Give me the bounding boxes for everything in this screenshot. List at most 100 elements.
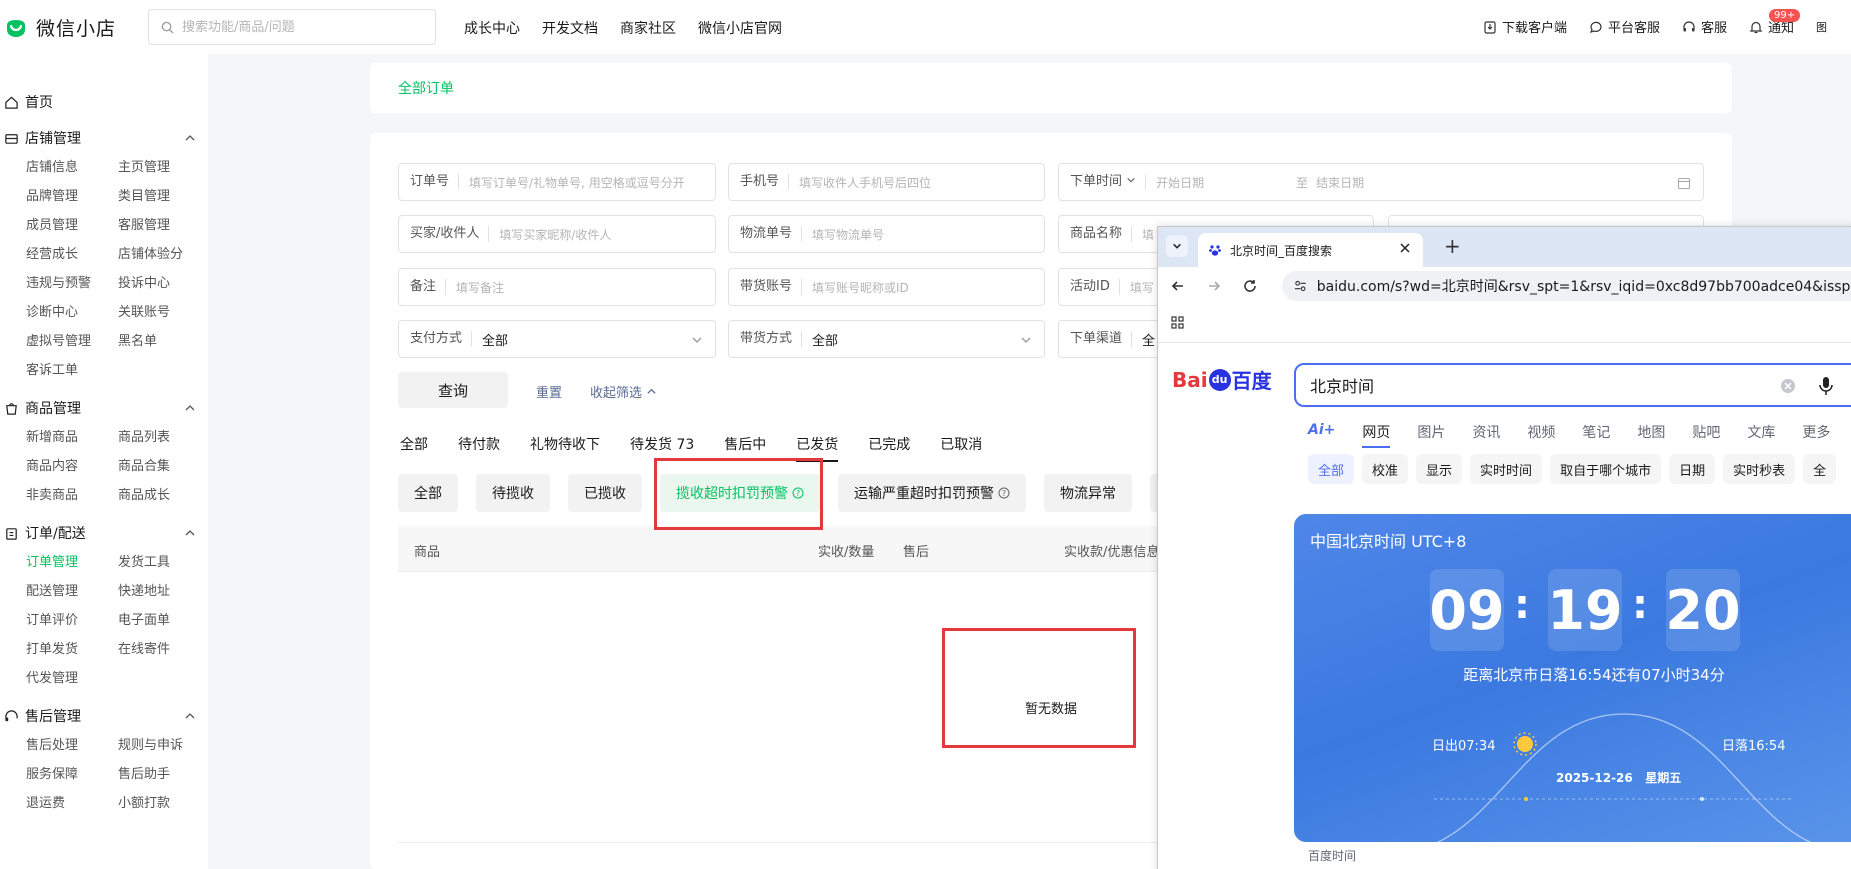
app-logo[interactable]: 微信小店 xyxy=(4,14,116,41)
baidu-tab-ai[interactable]: Ai+ xyxy=(1308,422,1335,442)
sidebar-item[interactable]: 关联账号 xyxy=(118,301,210,320)
nav-merchant-community[interactable]: 商家社区 xyxy=(620,18,676,38)
sidebar-item[interactable]: 主页管理 xyxy=(118,156,210,175)
search-input[interactable] xyxy=(182,19,422,35)
sidebar-section-order[interactable]: 订单/配送 xyxy=(0,515,208,551)
avatar[interactable]: 图 xyxy=(1816,19,1827,35)
baidu-tab-video[interactable]: 视频 xyxy=(1527,422,1555,442)
baidu-search-box[interactable]: 北京时间 xyxy=(1294,363,1851,407)
sidebar-section-aftersale[interactable]: 售后管理 xyxy=(0,698,208,734)
chip-picked-up[interactable]: 已揽收 xyxy=(568,474,642,512)
tab-pending-payment[interactable]: 待付款 xyxy=(458,434,500,462)
sidebar-item[interactable]: 在线寄件 xyxy=(118,638,210,657)
download-client-button[interactable]: 下载客户端 xyxy=(1483,17,1567,36)
baidu-chip[interactable]: 全部 xyxy=(1308,454,1355,484)
sidebar-item-home[interactable]: 首页 xyxy=(0,84,208,120)
sidebar-item[interactable]: 售后助手 xyxy=(118,763,210,782)
sidebar-item[interactable]: 退运费 xyxy=(26,792,118,811)
close-tab-icon[interactable] xyxy=(1399,242,1411,254)
chip-logistics-exception[interactable]: 物流异常 xyxy=(1044,474,1132,512)
baidu-chip[interactable]: 实时秒表 xyxy=(1723,454,1796,484)
note-field[interactable]: 备注 填写备注 xyxy=(398,268,716,306)
sidebar-item[interactable]: 快递地址 xyxy=(118,580,210,599)
sidebar-item[interactable]: 小额打款 xyxy=(118,792,210,811)
sidebar-section-store[interactable]: 店铺管理 xyxy=(0,120,208,156)
buyer-field[interactable]: 买家/收件人 填写买家昵称/收件人 xyxy=(398,215,716,253)
query-button[interactable]: 查询 xyxy=(398,372,508,408)
baidu-tab-more[interactable]: 更多 xyxy=(1802,422,1830,442)
sidebar-item[interactable]: 商品合集 xyxy=(118,455,210,474)
platform-support-button[interactable]: 平台客服 xyxy=(1589,17,1660,36)
sidebar-item[interactable]: 投诉中心 xyxy=(118,272,210,291)
sidebar-item[interactable]: 服务保障 xyxy=(26,763,118,782)
microphone-icon[interactable] xyxy=(1818,376,1834,396)
baidu-chip[interactable]: 日期 xyxy=(1669,454,1716,484)
sidebar-item[interactable]: 类目管理 xyxy=(118,185,210,204)
payment-method-select[interactable]: 支付方式 全部 xyxy=(398,320,716,358)
baidu-tab-tieba[interactable]: 贴吧 xyxy=(1692,422,1720,442)
baidu-chip[interactable]: 显示 xyxy=(1416,454,1463,484)
sidebar-item[interactable]: 虚拟号管理 xyxy=(26,330,118,349)
baidu-chip[interactable]: 全 xyxy=(1803,454,1837,484)
carry-account-field[interactable]: 带货账号 填写账号昵称或ID xyxy=(728,268,1045,306)
sidebar-item[interactable]: 打单发货 xyxy=(26,638,118,657)
sidebar-item[interactable]: 非卖商品 xyxy=(26,484,118,503)
sidebar-item[interactable]: 违规与预警 xyxy=(26,272,118,291)
baidu-tab-images[interactable]: 图片 xyxy=(1417,422,1445,442)
site-info-icon[interactable] xyxy=(1294,279,1307,293)
sidebar-item[interactable]: 代发管理 xyxy=(26,667,118,686)
url-field[interactable]: baidu.com/s?wd=北京时间&rsv_spt=1&rsv_iqid=0… xyxy=(1282,271,1851,301)
start-date[interactable]: 开始日期 xyxy=(1156,174,1296,191)
back-arrow-icon[interactable] xyxy=(1170,278,1186,294)
sidebar-item[interactable]: 订单评价 xyxy=(26,609,118,628)
carry-method-select[interactable]: 带货方式 全部 xyxy=(728,320,1045,358)
chip-awaiting-pickup[interactable]: 待揽收 xyxy=(476,474,550,512)
customer-service-button[interactable]: 客服 xyxy=(1682,17,1727,36)
sidebar-item[interactable]: 经营成长 xyxy=(26,243,118,262)
sidebar-item[interactable]: 黑名单 xyxy=(118,330,210,349)
sidebar-item[interactable]: 诊断中心 xyxy=(26,301,118,320)
logistics-number-field[interactable]: 物流单号 填写物流单号 xyxy=(728,215,1045,253)
sidebar-item-order-management[interactable]: 订单管理 xyxy=(26,551,118,570)
sidebar-item[interactable]: 电子面单 xyxy=(118,609,210,628)
tab-all[interactable]: 全部 xyxy=(400,434,428,462)
baidu-chip[interactable]: 实时时间 xyxy=(1470,454,1543,484)
sidebar-item[interactable]: 客服管理 xyxy=(118,214,210,233)
baidu-tab-map[interactable]: 地图 xyxy=(1637,422,1665,442)
notification-button[interactable]: 通知 99+ xyxy=(1749,9,1801,36)
sidebar-item[interactable]: 发货工具 xyxy=(118,551,210,570)
sidebar-section-product[interactable]: 商品管理 xyxy=(0,390,208,426)
tab-completed[interactable]: 已完成 xyxy=(868,434,910,462)
reload-icon[interactable] xyxy=(1242,278,1258,294)
sidebar-item[interactable]: 配送管理 xyxy=(26,580,118,599)
sidebar-item[interactable]: 客诉工单 xyxy=(26,359,118,378)
clear-icon[interactable] xyxy=(1780,378,1796,394)
search-box[interactable] xyxy=(148,9,436,45)
order-number-field[interactable]: 订单号 填写订单号/礼物单号, 用空格或逗号分开 xyxy=(398,163,716,201)
chip-transport-timeout-warning[interactable]: 运输严重超时扣罚预警 ? xyxy=(838,474,1026,512)
reset-link[interactable]: 重置 xyxy=(536,382,562,401)
nav-official-site[interactable]: 微信小店官网 xyxy=(698,18,782,38)
sidebar-item[interactable]: 品牌管理 xyxy=(26,185,118,204)
time-type-select[interactable]: 下单时间 xyxy=(1070,174,1147,190)
new-tab-button[interactable]: + xyxy=(1444,236,1461,256)
sidebar-item[interactable]: 店铺体验分 xyxy=(118,243,210,262)
tab-gift-pending[interactable]: 礼物待收下 xyxy=(530,434,600,462)
chip-all[interactable]: 全部 xyxy=(398,474,458,512)
sidebar-item[interactable]: 规则与申诉 xyxy=(118,734,210,753)
nav-dev-docs[interactable]: 开发文档 xyxy=(542,18,598,38)
baidu-chip[interactable]: 校准 xyxy=(1362,454,1409,484)
baidu-tab-notes[interactable]: 笔记 xyxy=(1582,422,1610,442)
phone-field[interactable]: 手机号 填写收件人手机号后四位 xyxy=(728,163,1045,201)
sidebar-item[interactable]: 商品列表 xyxy=(118,426,210,445)
baidu-logo[interactable]: Bai du 百度 xyxy=(1172,365,1272,394)
baidu-tab-news[interactable]: 资讯 xyxy=(1472,422,1500,442)
tab-cancelled[interactable]: 已取消 xyxy=(940,434,982,462)
calendar-icon[interactable] xyxy=(1677,176,1691,190)
sidebar-item[interactable]: 商品成长 xyxy=(118,484,210,503)
end-date[interactable]: 结束日期 xyxy=(1316,174,1364,191)
forward-arrow-icon[interactable] xyxy=(1206,278,1222,294)
sidebar-item[interactable]: 店铺信息 xyxy=(26,156,118,175)
tab-search-button[interactable] xyxy=(1166,235,1188,257)
nav-growth-center[interactable]: 成长中心 xyxy=(464,18,520,38)
